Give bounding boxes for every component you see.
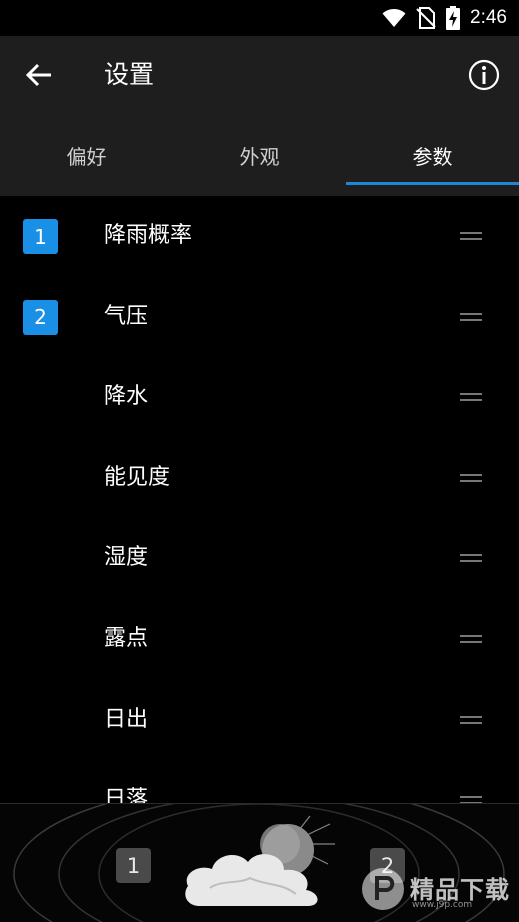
item-label: 气压 [104,303,149,329]
watermark-logo-icon [362,868,404,910]
list-item-sunrise[interactable]: 日出 [0,680,519,761]
drag-handle-icon[interactable] [460,312,482,322]
item-label: 露点 [104,625,149,651]
tab-bar: 偏好 外观 参数 [0,114,519,196]
battery-charging-icon [446,6,461,30]
partly-cloudy-night-icon [185,815,335,906]
drag-handle-icon[interactable] [460,715,482,725]
tab-parameters[interactable]: 参数 [346,114,519,196]
position-badge: 2 [23,299,58,335]
item-label: 日出 [104,706,149,732]
tab-appearance[interactable]: 外观 [173,114,346,196]
list-item-precipitation[interactable]: 降水 [0,357,519,438]
info-button[interactable] [467,58,501,92]
watermark-url: www.j9p.com [412,900,473,910]
drag-handle-icon[interactable] [460,634,482,644]
app-bar: 设置 [0,36,519,114]
drag-handle-icon[interactable] [460,473,482,483]
item-label: 能见度 [104,464,171,490]
tab-preferences[interactable]: 偏好 [0,114,173,196]
position-badge: 1 [23,219,58,254]
widget-preview: 1 2 精品下载 www.j9p.com [0,803,519,922]
list-item-visibility[interactable]: 能见度 [0,438,519,519]
drag-handle-icon[interactable] [460,554,482,563]
item-label: 湿度 [104,545,149,571]
list-item-pressure[interactable]: 2 气压 [0,277,519,358]
item-label: 降水 [104,384,149,410]
wifi-icon [382,9,406,27]
list-item-rain-probability[interactable]: 1 降雨概率 [0,196,519,277]
back-button[interactable] [22,58,56,92]
item-label: 降雨概率 [104,223,193,248]
status-bar: 2:46 [0,0,519,36]
drag-handle-icon[interactable] [460,232,482,241]
tab-label: 偏好 [66,144,107,169]
status-time: 2:46 [470,7,507,28]
widget-slot-1: 1 [116,848,151,883]
tab-active-indicator [346,182,519,185]
info-circle-icon [468,59,500,91]
list-item-dew-point[interactable]: 露点 [0,599,519,680]
list-item-humidity[interactable]: 湿度 [0,518,519,599]
status-icons: 2:46 [382,6,507,30]
page-title: 设置 [104,60,155,89]
parameter-list: 1 降雨概率 2 气压 降水 能见度 湿度 露点 日出 日落 [0,196,519,841]
no-sim-icon [416,7,436,29]
tab-label: 外观 [239,144,280,169]
drag-handle-icon[interactable] [460,393,482,402]
arrow-left-icon [25,63,51,87]
tab-label: 参数 [412,144,453,169]
